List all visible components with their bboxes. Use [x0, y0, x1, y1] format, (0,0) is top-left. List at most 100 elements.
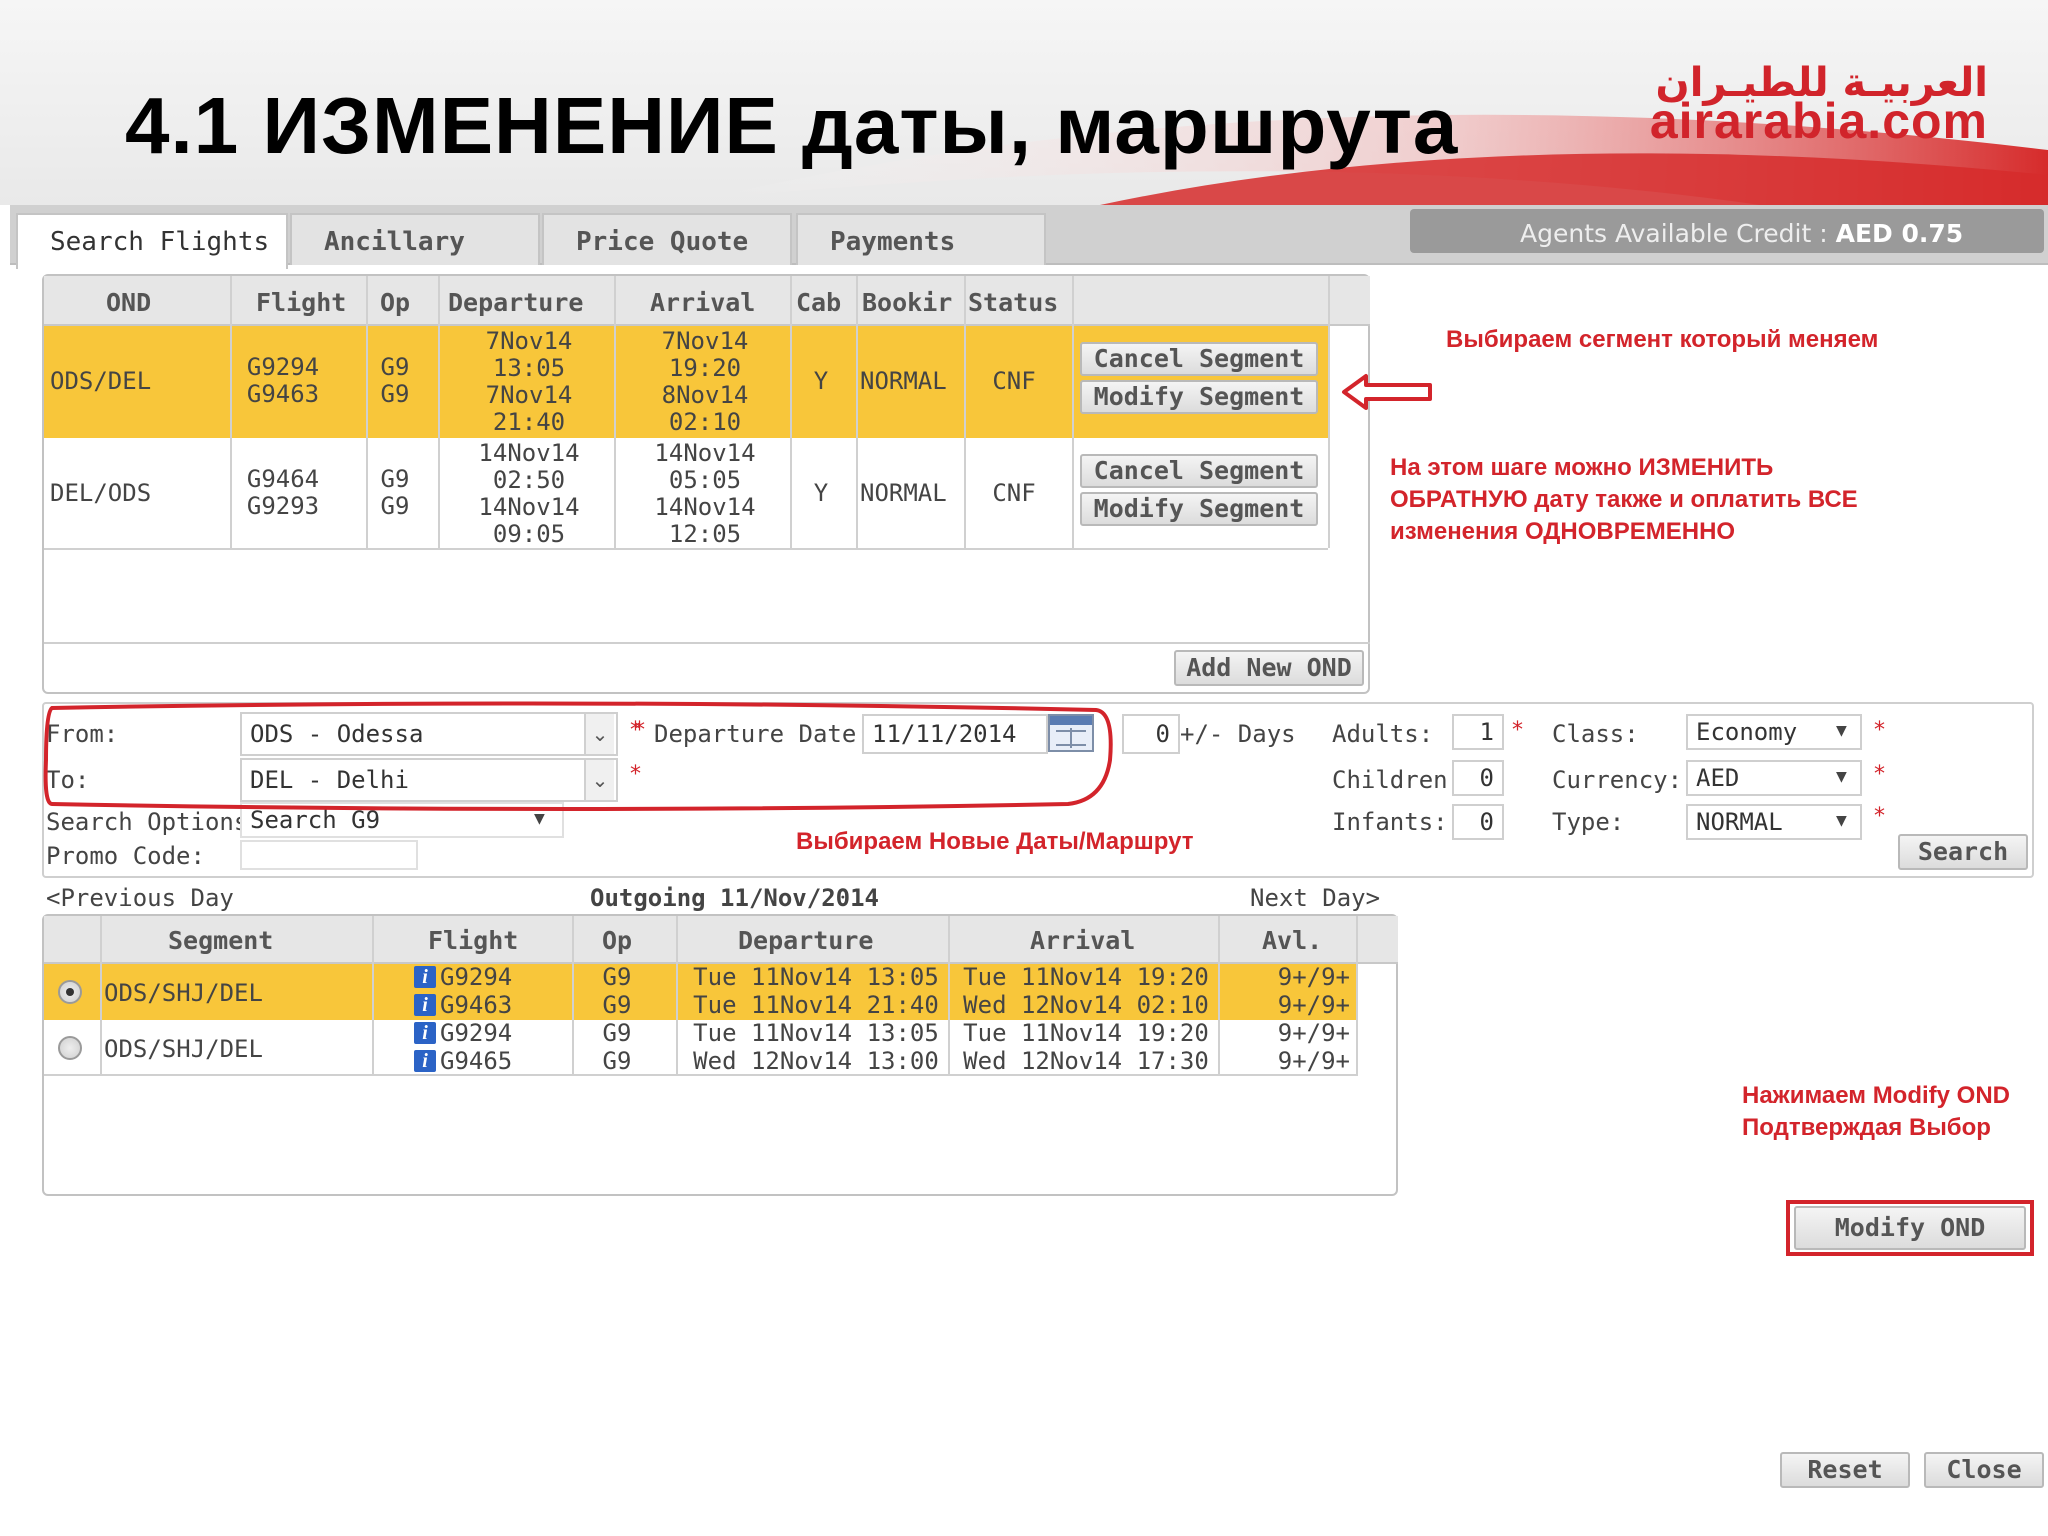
segment-status: CNF	[992, 480, 1036, 507]
search-button[interactable]: Search	[1898, 834, 2028, 870]
segment-row[interactable]: DEL/ODS G9464 G9293 G9 G9 14Nov14 02:50 …	[44, 438, 1328, 550]
column-divider	[614, 276, 616, 548]
reset-button[interactable]: Reset	[1780, 1452, 1910, 1488]
segment-ond: ODS/DEL	[50, 368, 152, 395]
credit-label: Agents Available Credit :	[1520, 219, 1828, 248]
option-flight: G9294	[440, 964, 513, 991]
info-icon[interactable]: i	[414, 966, 436, 988]
cancel-segment-button[interactable]: Cancel Segment	[1080, 342, 1318, 376]
promo-code-input[interactable]	[240, 840, 418, 870]
tab-price-quote[interactable]: Price Quote	[542, 213, 792, 265]
segment-flight: G9463	[246, 381, 320, 408]
outgoing-heading: Outgoing 11/Nov/2014	[590, 884, 879, 912]
children-input[interactable]: 0	[1452, 760, 1504, 796]
option-departure: Tue 11Nov14 13:05	[693, 1020, 939, 1047]
segment-flight: G9294	[246, 354, 320, 381]
col-booking: Bookir	[862, 288, 953, 317]
add-new-ond-button[interactable]: Add New OND	[1174, 650, 1364, 686]
segment-departure: 14Nov14	[478, 494, 580, 521]
tab-payments[interactable]: Payments	[796, 213, 1046, 265]
segment-op: G9	[380, 354, 410, 381]
column-divider	[572, 916, 574, 1076]
column-divider	[372, 916, 374, 1076]
segment-ond: DEL/ODS	[50, 480, 152, 507]
segment-arrival: 12:05	[668, 521, 742, 548]
agent-credit-bar: Agents Available Credit : AED 0.75	[1410, 209, 2044, 253]
flight-option-row[interactable]: ODS/SHJ/DEL i G9294 i G9465 G9 G9 Tue 11…	[44, 1020, 1356, 1076]
required-mark: *	[1874, 804, 1885, 829]
dropdown-triangle-icon[interactable]: ▼	[1836, 720, 1847, 741]
segment-flight: G9293	[246, 493, 320, 520]
column-divider	[230, 276, 232, 548]
option-departure: Wed 12Nov14 13:00	[693, 1048, 939, 1075]
column-divider	[964, 276, 966, 548]
option-segment: ODS/SHJ/DEL	[104, 980, 263, 1007]
option-arrival: Wed 12Nov14 02:10	[963, 992, 1209, 1019]
required-mark: *	[1874, 762, 1885, 787]
segment-cabin: Y	[813, 368, 829, 395]
tab-search-flights[interactable]: Search Flights	[16, 213, 288, 269]
col-ond: OND	[106, 288, 152, 317]
required-mark: *	[1874, 718, 1885, 743]
col-op: Op	[380, 288, 411, 317]
slide-title: 4.1 ИЗМЕНЕНИЕ даты, маршрута	[125, 81, 1459, 170]
column-divider	[856, 276, 858, 548]
col-departure: Departure	[738, 926, 874, 955]
previous-day-link[interactable]: <Previous Day	[46, 884, 234, 912]
column-divider	[1072, 276, 1074, 548]
col-status: Status	[968, 288, 1059, 317]
info-icon[interactable]: i	[414, 1050, 436, 1072]
days-range-input[interactable]: 0	[1122, 714, 1180, 754]
col-cabin: Cab	[796, 288, 842, 317]
segment-arrival: 14Nov14	[654, 494, 756, 521]
flight-option-row[interactable]: ODS/SHJ/DEL i G9294 i G9463 G9 G9 Tue 11…	[44, 964, 1356, 1020]
note-select-new: Выбираем Новые Даты/Маршрут	[796, 828, 1194, 855]
option-op: G9	[602, 992, 632, 1019]
dropdown-triangle-icon[interactable]: ▼	[1836, 766, 1847, 787]
infants-label: Infants:	[1332, 808, 1448, 836]
option-segment: ODS/SHJ/DEL	[104, 1036, 263, 1063]
next-day-link[interactable]: Next Day>	[1250, 884, 1380, 912]
close-button[interactable]: Close	[1924, 1452, 2044, 1488]
brand-logo: airarabia.com	[1649, 93, 1988, 149]
column-divider	[676, 916, 678, 1076]
col-flight: Flight	[428, 926, 519, 955]
booked-segments-panel: OND Flight Op Departure Arrival Cab Book…	[42, 274, 1370, 694]
modify-ond-button[interactable]: Modify OND	[1794, 1206, 2026, 1250]
col-segment: Segment	[168, 926, 274, 955]
type-label: Type:	[1552, 808, 1625, 836]
segment-booking: NORMAL	[860, 480, 947, 507]
required-mark: *	[1512, 718, 1523, 743]
option-radio[interactable]	[58, 1036, 82, 1060]
dropdown-triangle-icon[interactable]: ▼	[1836, 810, 1847, 831]
modify-segment-button[interactable]: Modify Segment	[1080, 380, 1318, 414]
modify-segment-button[interactable]: Modify Segment	[1080, 492, 1318, 526]
info-icon[interactable]: i	[414, 1022, 436, 1044]
note-change-return-1: На этом шаге можно ИЗМЕНИТЬ	[1390, 454, 1774, 481]
note-select-segment: Выбираем сегмент который меняем	[1446, 326, 1879, 353]
tab-ancillary[interactable]: Ancillary	[290, 213, 540, 265]
column-divider	[100, 916, 102, 1076]
annotation-outline	[43, 701, 1113, 811]
segment-row[interactable]: ODS/DEL G9294 G9463 G9 G9 7Nov14 13:05 7…	[44, 326, 1328, 438]
segment-flight: G9464	[246, 466, 320, 493]
option-radio[interactable]	[58, 980, 82, 1004]
col-flight: Flight	[256, 288, 347, 317]
column-divider	[366, 276, 368, 548]
panel-divider	[44, 642, 1370, 644]
cancel-segment-button[interactable]: Cancel Segment	[1080, 454, 1318, 488]
option-arrival: Wed 12Nov14 17:30	[963, 1048, 1209, 1075]
column-divider	[438, 276, 440, 548]
segment-departure: 09:05	[492, 521, 566, 548]
col-departure: Departure	[448, 288, 584, 317]
adults-input[interactable]: 1	[1452, 714, 1504, 750]
option-arrival: Tue 11Nov14 19:20	[963, 1020, 1209, 1047]
infants-input[interactable]: 0	[1452, 804, 1504, 840]
col-arrival: Arrival	[1030, 926, 1136, 955]
segment-departure: 02:50	[492, 467, 566, 494]
info-icon[interactable]: i	[414, 994, 436, 1016]
column-divider	[1218, 916, 1220, 1076]
segment-op: G9	[380, 466, 410, 493]
segment-departure: 13:05	[492, 355, 566, 382]
segment-departure: 7Nov14	[485, 382, 573, 409]
